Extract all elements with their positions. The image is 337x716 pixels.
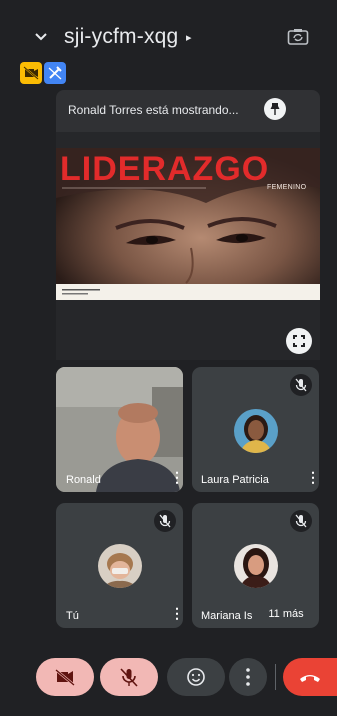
participant-name: Mariana Is [201, 610, 253, 622]
collapse-chevron-icon[interactable] [32, 28, 50, 46]
camera-toggle-button[interactable] [36, 658, 94, 696]
slide-footer-strip [56, 284, 320, 300]
more-participants-badge[interactable]: 11 más [257, 604, 315, 624]
slide-title: LIDERAZGO [60, 150, 270, 188]
hang-up-button[interactable] [283, 658, 337, 696]
more-options-button[interactable] [229, 658, 267, 696]
avatar [98, 544, 142, 588]
pen-annotation-icon [44, 62, 66, 84]
presentation-banner-text: Ronald Torres está mostrando... [68, 103, 239, 117]
reactions-button[interactable] [167, 658, 225, 696]
participant-menu-icon[interactable]: ⋮ [306, 469, 320, 486]
mic-muted-icon [290, 510, 312, 532]
fullscreen-icon[interactable] [286, 328, 312, 354]
participant-name: Laura Patricia [201, 474, 269, 486]
toolbar-divider [275, 664, 276, 690]
participant-menu-icon[interactable]: ⋮ [170, 605, 184, 622]
participant-menu-icon[interactable]: ⋮ [170, 469, 184, 486]
meeting-details-arrow-icon[interactable]: ▸ [186, 31, 192, 44]
camera-off-status-icon [20, 62, 42, 84]
participant-name: Ronald [66, 474, 101, 486]
participant-name: Tú [66, 610, 79, 622]
pin-icon[interactable] [264, 98, 286, 120]
avatar [234, 409, 278, 453]
mic-muted-icon [154, 510, 176, 532]
microphone-toggle-button[interactable] [100, 658, 158, 696]
avatar [234, 544, 278, 588]
meeting-code[interactable]: sji-ycfm-xqg [64, 25, 178, 49]
mic-muted-icon [290, 374, 312, 396]
switch-camera-icon[interactable] [287, 28, 309, 46]
slide-subtitle: FEMENINO [267, 184, 307, 191]
